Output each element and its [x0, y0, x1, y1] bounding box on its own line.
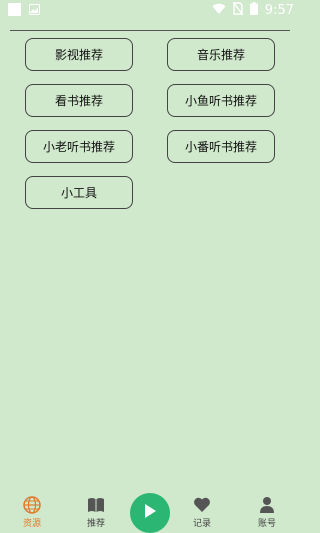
nav-recommend-label: 推荐	[86, 519, 105, 529]
heart-icon	[193, 496, 211, 514]
globe-icon	[23, 496, 41, 514]
image-icon	[29, 4, 40, 15]
nav-account-label: 账号	[257, 519, 276, 529]
nav-account[interactable]: 账号	[247, 496, 287, 530]
user-icon	[258, 496, 276, 514]
book-icon	[87, 496, 105, 514]
book-recommend-button[interactable]: 看书推荐	[25, 84, 133, 117]
music-recommend-button[interactable]: 音乐推荐	[167, 38, 275, 71]
battery-icon	[249, 2, 258, 19]
tools-button[interactable]: 小工具	[25, 176, 133, 209]
status-time: 9:57	[264, 3, 294, 18]
nav-records[interactable]: 记录	[182, 496, 222, 530]
nav-records-label: 记录	[192, 519, 211, 529]
header-divider	[10, 30, 290, 31]
status-bar: 9:57	[0, 0, 300, 22]
play-button[interactable]	[130, 493, 170, 533]
nav-resources[interactable]: 资源	[12, 496, 52, 530]
xiaofan-audiobook-button[interactable]: 小番听书推荐	[167, 130, 275, 163]
nav-resources-label: 资源	[22, 519, 41, 529]
play-icon	[143, 503, 157, 523]
nav-recommend[interactable]: 推荐	[76, 496, 116, 530]
no-sim-icon	[232, 1, 244, 19]
wifi-icon	[212, 3, 226, 19]
xiaoyu-audiobook-button[interactable]: 小鱼听书推荐	[167, 84, 275, 117]
xiaolao-audiobook-button[interactable]: 小老听书推荐	[25, 130, 133, 163]
notification-square-icon	[8, 3, 21, 16]
video-recommend-button[interactable]: 影视推荐	[25, 38, 133, 71]
